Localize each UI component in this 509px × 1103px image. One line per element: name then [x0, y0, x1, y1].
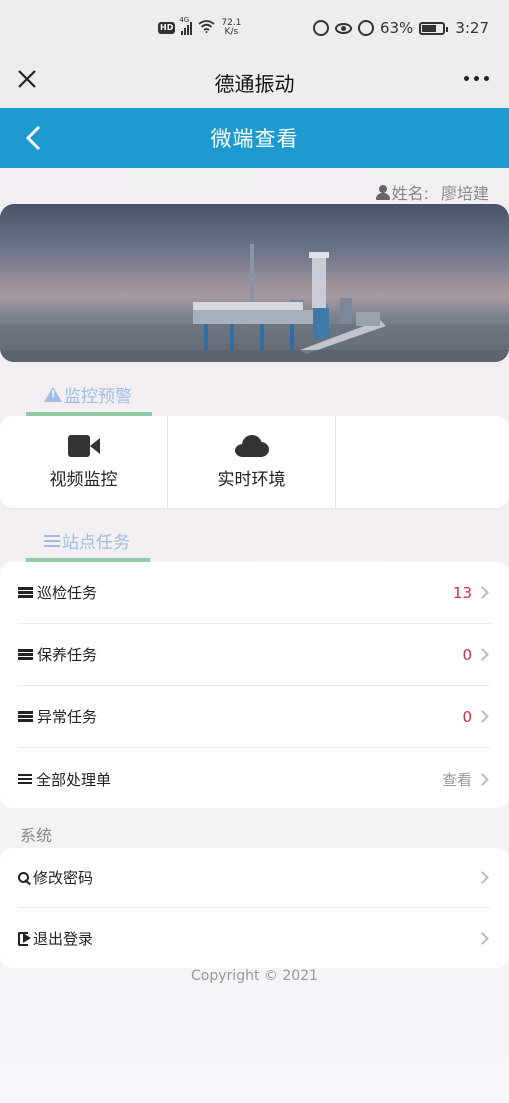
monitor-item-label: 视频监控 [49, 469, 118, 490]
copyright: Copyright © 2021 [191, 968, 318, 984]
system-row-logout[interactable]: 退出登录 [18, 908, 491, 968]
user-name-label: 姓名: [391, 184, 429, 203]
chevron-right-icon [476, 931, 489, 945]
task-row-right: 查看 [442, 769, 491, 790]
wechat-title: 德通振动 [214, 71, 295, 96]
section-tasks-title: 站点任务 [62, 533, 130, 553]
task-count: 0 [462, 707, 472, 726]
system-label: 修改密码 [33, 869, 94, 887]
task-row-inspection[interactable]: 巡检任务 13 [18, 562, 491, 624]
warning-icon [44, 387, 62, 402]
status-left: HD 4G 72.1 K/s [158, 16, 241, 39]
banner-image [0, 204, 509, 362]
video-camera-icon [67, 434, 100, 457]
task-row-all-orders[interactable]: 全部处理单 查看 [18, 748, 491, 810]
monitor-item-empty [336, 416, 509, 508]
battery-icon [419, 21, 449, 35]
task-label: 巡检任务 [37, 584, 98, 602]
nfc-icon [312, 20, 329, 36]
section-monitor-label: 监控预警 [44, 382, 132, 407]
section-tasks: 站点任务 [26, 524, 154, 564]
task-row-right: 0 [462, 646, 491, 664]
user-info: 姓名: 廖培建 [375, 180, 489, 204]
task-count: 0 [462, 645, 472, 664]
system-card: 修改密码 退出登录 [0, 848, 509, 968]
server-icon [18, 587, 33, 598]
logout-icon [18, 932, 32, 946]
system-label: 退出登录 [33, 929, 94, 948]
status-right: 63% 3:27 [312, 16, 489, 40]
alarm-icon [357, 20, 374, 36]
user-name: 廖培建 [440, 184, 489, 203]
task-row-maintenance[interactable]: 保养任务 0 [18, 624, 491, 686]
chevron-right-icon [476, 871, 489, 884]
server-icon [18, 649, 33, 660]
task-card: 巡检任务 13 保养任务 0 异常任务 0 全部处理单 查看 [0, 562, 509, 808]
cloud-icon [234, 434, 269, 457]
user-icon [375, 184, 390, 200]
page-title: 微端查看 [210, 127, 299, 151]
server-icon [18, 711, 33, 722]
task-row-right: 0 [462, 708, 491, 726]
status-bar: HD 4G 72.1 K/s 63% 3:27 [0, 0, 509, 56]
monitor-item-video[interactable]: 视频监控 [0, 416, 168, 508]
speed-unit: K/s [224, 27, 239, 37]
chevron-right-icon [476, 710, 489, 723]
battery-percent: 63% [379, 19, 414, 37]
key-icon [18, 871, 32, 884]
wifi-icon [198, 19, 215, 37]
banner-illustration [0, 244, 509, 362]
system-row-change-password[interactable]: 修改密码 [18, 848, 491, 908]
section-monitor: 监控预警 [26, 378, 154, 418]
more-icon[interactable] [464, 68, 489, 88]
task-label: 全部处理单 [36, 770, 112, 789]
task-row-right: 13 [453, 584, 491, 602]
task-label: 保养任务 [37, 646, 98, 664]
close-icon[interactable] [14, 66, 40, 92]
signal-icon: 4G [179, 16, 193, 35]
task-label: 异常任务 [37, 708, 98, 726]
hd-badge: HD [158, 22, 176, 34]
chevron-right-icon [476, 648, 489, 661]
monitor-card: 视频监控 实时环境 [0, 416, 509, 508]
wechat-header: 德通振动 [0, 56, 509, 108]
view-link: 查看 [441, 770, 472, 789]
system-row-right [476, 931, 491, 945]
section-monitor-title: 监控预警 [64, 387, 132, 407]
network-type: 4G [179, 16, 190, 24]
back-icon[interactable] [22, 125, 48, 151]
section-system-title: 系统 [20, 826, 53, 845]
app-header: 微端查看 [0, 108, 509, 168]
section-tasks-label: 站点任务 [44, 528, 130, 553]
monitor-item-label: 实时环境 [217, 469, 286, 490]
task-count: 13 [452, 583, 472, 602]
chevron-right-icon [476, 586, 489, 599]
eye-icon [334, 22, 352, 34]
network-speed: 72.1 K/s [221, 19, 241, 37]
system-row-right [476, 871, 491, 884]
list-icon [18, 773, 32, 785]
monitor-item-environment[interactable]: 实时环境 [168, 416, 336, 508]
task-row-abnormal[interactable]: 异常任务 0 [18, 686, 491, 748]
chevron-right-icon [476, 772, 489, 786]
list-icon [44, 534, 60, 547]
clock: 3:27 [455, 19, 489, 37]
